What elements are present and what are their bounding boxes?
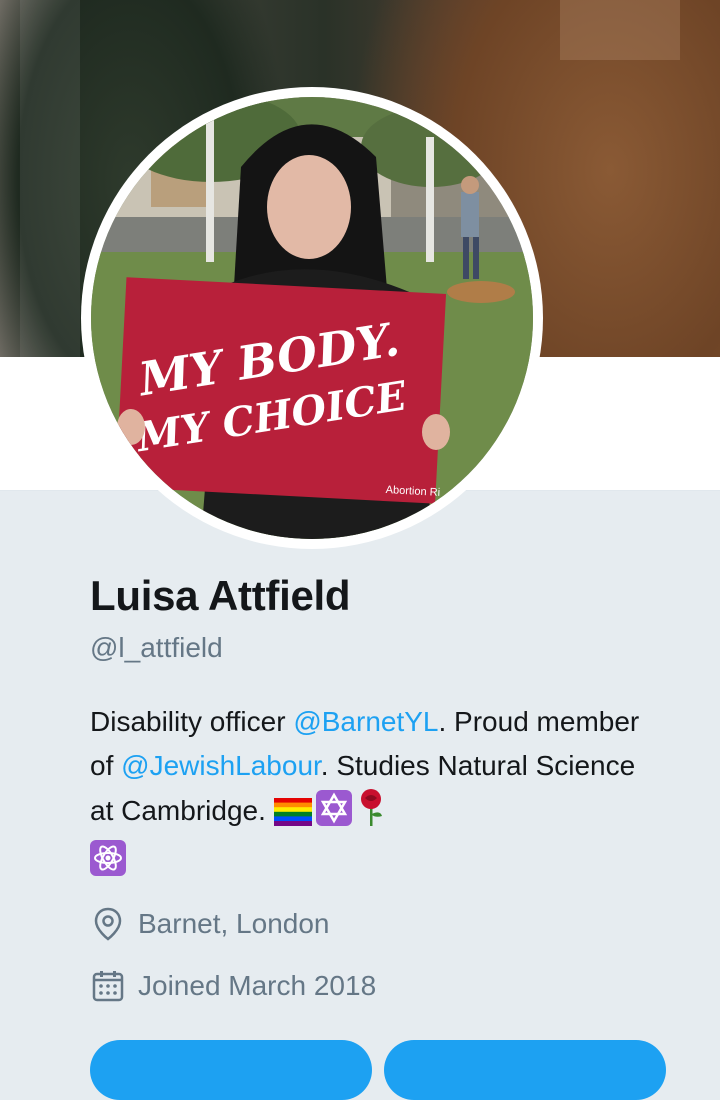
- calendar-icon: [92, 971, 124, 1002]
- rainbow-flag-emoji: [273, 795, 312, 839]
- message-button[interactable]: [384, 1040, 666, 1100]
- star-of-david-emoji: [315, 790, 352, 839]
- atom-symbol-emoji: [90, 840, 126, 889]
- profile-location: Barnet, London: [90, 906, 330, 942]
- location-text: Barnet, London: [138, 908, 330, 939]
- avatar-photo: MY BODY. MY CHOICE Abortion Ri: [91, 97, 533, 539]
- location-pin-icon: [94, 907, 122, 941]
- rose-emoji: [356, 788, 386, 839]
- bio-mention-barnetyl[interactable]: @BarnetYL: [293, 706, 438, 737]
- bio-text: Disability officer: [90, 706, 294, 737]
- profile-name: Luisa Attfield: [90, 572, 351, 619]
- avatar[interactable]: MY BODY. MY CHOICE Abortion Ri: [91, 97, 533, 539]
- bio-mention-jewishlabour[interactable]: @JewishLabour: [121, 750, 321, 781]
- follow-button[interactable]: [90, 1040, 372, 1100]
- joined-text: Joined March 2018: [138, 970, 377, 1001]
- profile-bio: Disability officer @BarnetYL. Proud memb…: [90, 700, 660, 889]
- profile-joined: Joined March 2018: [90, 968, 376, 1004]
- profile-handle[interactable]: @l_attfield: [90, 632, 223, 664]
